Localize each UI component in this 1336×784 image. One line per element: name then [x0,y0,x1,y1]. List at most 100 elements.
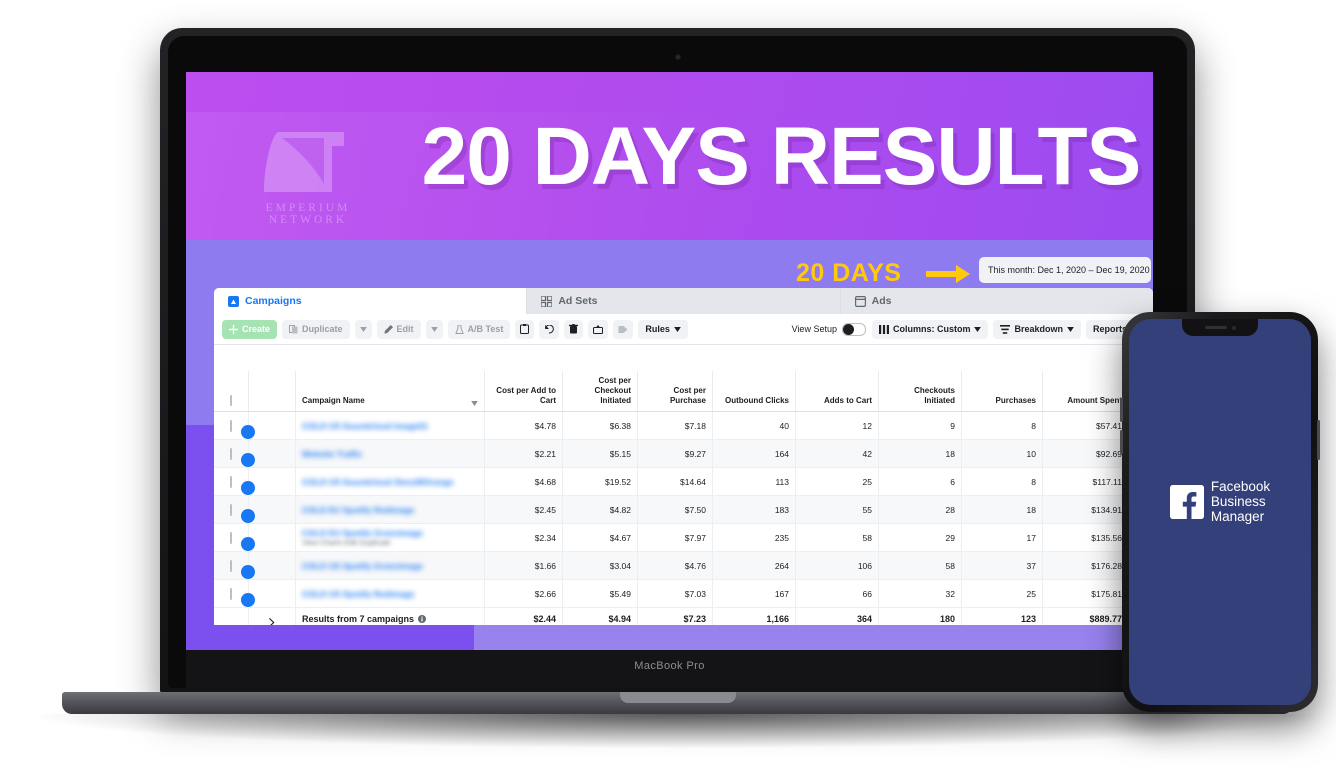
table-row[interactable]: COLD US Soundcloud Image01 $4.78 $6.38 $7.1… [214,411,1153,440]
row-checkbox[interactable] [230,475,232,488]
edit-dropdown-button[interactable] [425,319,443,339]
row-checkbox[interactable] [230,503,232,516]
col-cost-per-add-to-cart[interactable]: Cost per Add to Cart [484,371,563,412]
duplicate-dropdown-button[interactable] [354,319,372,339]
tag-button[interactable] [613,319,634,339]
cell-campaign-name[interactable]: COLD US Spotify Greenimage [295,551,485,580]
row-status-cell[interactable] [241,579,296,608]
table-row[interactable]: COLD US Spotify Redimage $2.66 $5.49 $7.03 1… [214,579,1153,608]
phone-power-button[interactable] [1317,420,1320,460]
phone-volume-up-button[interactable] [1120,398,1123,422]
col-adds-to-cart[interactable]: Adds to Cart [795,371,879,412]
create-button[interactable]: Create [222,319,278,339]
row-status-cell[interactable] [241,439,296,468]
edit-button-label: Edit [396,324,414,334]
col-amount-spent[interactable]: Amount Spent [1042,371,1129,412]
cell-adds-to-cart: 25 [795,467,879,496]
totals-label: Results from 7 campaigns [302,613,415,624]
columns-button[interactable]: Columns: Custom [871,319,989,339]
row-checkbox[interactable] [230,447,232,460]
cell-purchases: 8 [961,411,1043,440]
table-row[interactable]: COLD EU Spotify Greenimage View Charts Ed… [214,523,1153,552]
phone-app-name-line3: Manager [1210,509,1265,524]
cell-campaign-name[interactable]: Website Traffic [295,439,485,468]
laptop-model-label: MacBook Pro [634,660,705,672]
view-setup-control[interactable]: View Setup [792,322,866,336]
cell-campaign-name[interactable]: COLD US Spotify Redimage [295,579,485,608]
phone-notch [1182,319,1258,336]
table-row[interactable]: Website Traffic $2.21 $5.15 $9.27 164 42 18 10 $… [214,439,1153,468]
ab-test-button-label: A/B Test [467,324,504,334]
undo-button[interactable] [539,319,560,339]
tab-ads[interactable]: Ads [840,288,1153,314]
totals-cell-value: $7.23 [683,613,706,624]
col-outbound-clicks[interactable]: Outbound Clicks [712,371,796,412]
copy-button[interactable] [515,319,535,339]
row-checkbox[interactable] [230,419,232,432]
col-purchases[interactable]: Purchases [961,371,1043,412]
ad-sets-icon [541,295,553,307]
row-status-cell[interactable] [241,467,296,496]
totals-cell-unit: Per Action [491,624,556,626]
cell-campaign-name[interactable]: COLD EU Spotify Greenimage View Charts Ed… [295,523,485,552]
export-button[interactable] [588,319,609,339]
cell-campaign-name[interactable]: COLD EU Spotify Redimage [295,495,485,524]
info-icon[interactable] [418,614,427,623]
table-row[interactable]: COLD US Soundcloud StoryWOrange $4.68 $19.… [214,467,1153,496]
cell-checkouts-initiated: 58 [878,551,962,580]
row-status-cell[interactable] [241,551,296,580]
cell-cost-per-add-to-cart: $2.45 [484,495,563,524]
breakdown-button[interactable]: Breakdown [993,319,1081,339]
toggle-switch-icon[interactable] [841,322,866,336]
select-all-checkbox[interactable] [230,395,232,406]
rules-button[interactable]: Rules [638,319,688,339]
row-status-cell[interactable] [241,495,296,524]
date-range-value: This month: Dec 1, 2020 – Dec 19, 2020 [988,265,1150,275]
chevron-right-icon [269,617,275,625]
cell-cost-per-add-to-cart: $2.66 [484,579,563,608]
duplicate-button[interactable]: Duplicate [282,319,350,339]
cell-cost-per-checkout-initiated: $4.82 [562,495,638,524]
cell-cost-per-add-to-cart: $2.34 [484,523,563,552]
col-checkouts-initiated[interactable]: Checkouts Initiated [878,371,962,412]
rules-button-label: Rules [645,324,670,334]
table-row[interactable]: COLD EU Spotify Redimage $2.45 $4.82 $7.50 1… [214,495,1153,524]
row-checkbox[interactable] [230,587,232,600]
cell-campaign-name[interactable]: COLD US Soundcloud Image01 [295,411,485,440]
row-checkbox[interactable] [230,559,232,572]
row-checkbox[interactable] [230,531,232,544]
ab-test-button[interactable]: A/B Test [447,319,511,339]
totals-cell: $4.94Per Action [562,607,638,625]
cell-cost-per-add-to-cart: $4.68 [484,467,563,496]
delete-button[interactable] [564,319,584,339]
col-cost-per-purchase[interactable]: Cost per Purchase [637,371,713,412]
campaign-row-actions[interactable]: View Charts Edit Duplicate [302,538,478,547]
table-header: Campaign Name Cost per Add to Cart Cost … [214,371,1153,412]
col-campaign-name[interactable]: Campaign Name [295,371,485,412]
phone-screen: Facebook Business Manager [1129,319,1311,705]
phone-volume-down-button[interactable] [1120,430,1123,454]
row-status-cell[interactable] [241,523,296,552]
tab-ad-sets[interactable]: Ad Sets [527,288,841,314]
plus-icon [229,324,238,334]
select-all-header[interactable] [214,371,249,412]
campaigns-icon [228,295,239,307]
totals-cell-unit: Total [802,624,872,626]
totals-cell-unit: Total Spent [1049,624,1122,626]
date-range-picker[interactable]: This month: Dec 1, 2020 – Dec 19, 2020 [979,257,1151,283]
phone-app-name-line1: Facebook [1210,479,1271,494]
cell-cost-per-checkout-initiated: $5.49 [562,579,638,608]
row-status-cell[interactable] [241,411,296,440]
tab-campaigns[interactable]: Campaigns [214,288,528,314]
totals-expand-cell[interactable] [248,607,296,625]
totals-cell-unit: Total [968,624,1036,626]
totals-cell-value: $2.44 [533,613,556,624]
cell-purchases: 37 [961,551,1043,580]
totals-label-cell: Results from 7 campaigns Excludes delete… [295,607,485,625]
cell-campaign-name[interactable]: COLD US Soundcloud StoryWOrange [295,467,485,496]
edit-button[interactable]: Edit [376,319,421,339]
create-button-label: Create [242,324,271,334]
chevron-down-icon [974,326,982,332]
col-cost-per-checkout-initiated[interactable]: Cost per Checkout Initiated [562,371,638,412]
table-row[interactable]: COLD US Spotify Greenimage $1.66 $3.04 $4.7… [214,551,1153,580]
